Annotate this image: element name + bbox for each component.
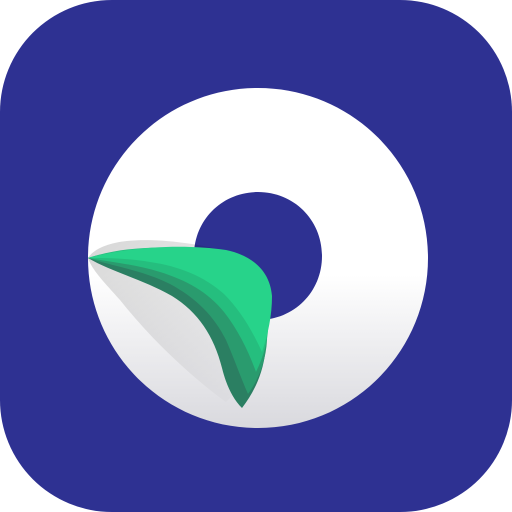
icon-background — [0, 0, 512, 512]
icon-canvas — [0, 0, 512, 512]
app-icon[interactable] — [0, 0, 512, 512]
